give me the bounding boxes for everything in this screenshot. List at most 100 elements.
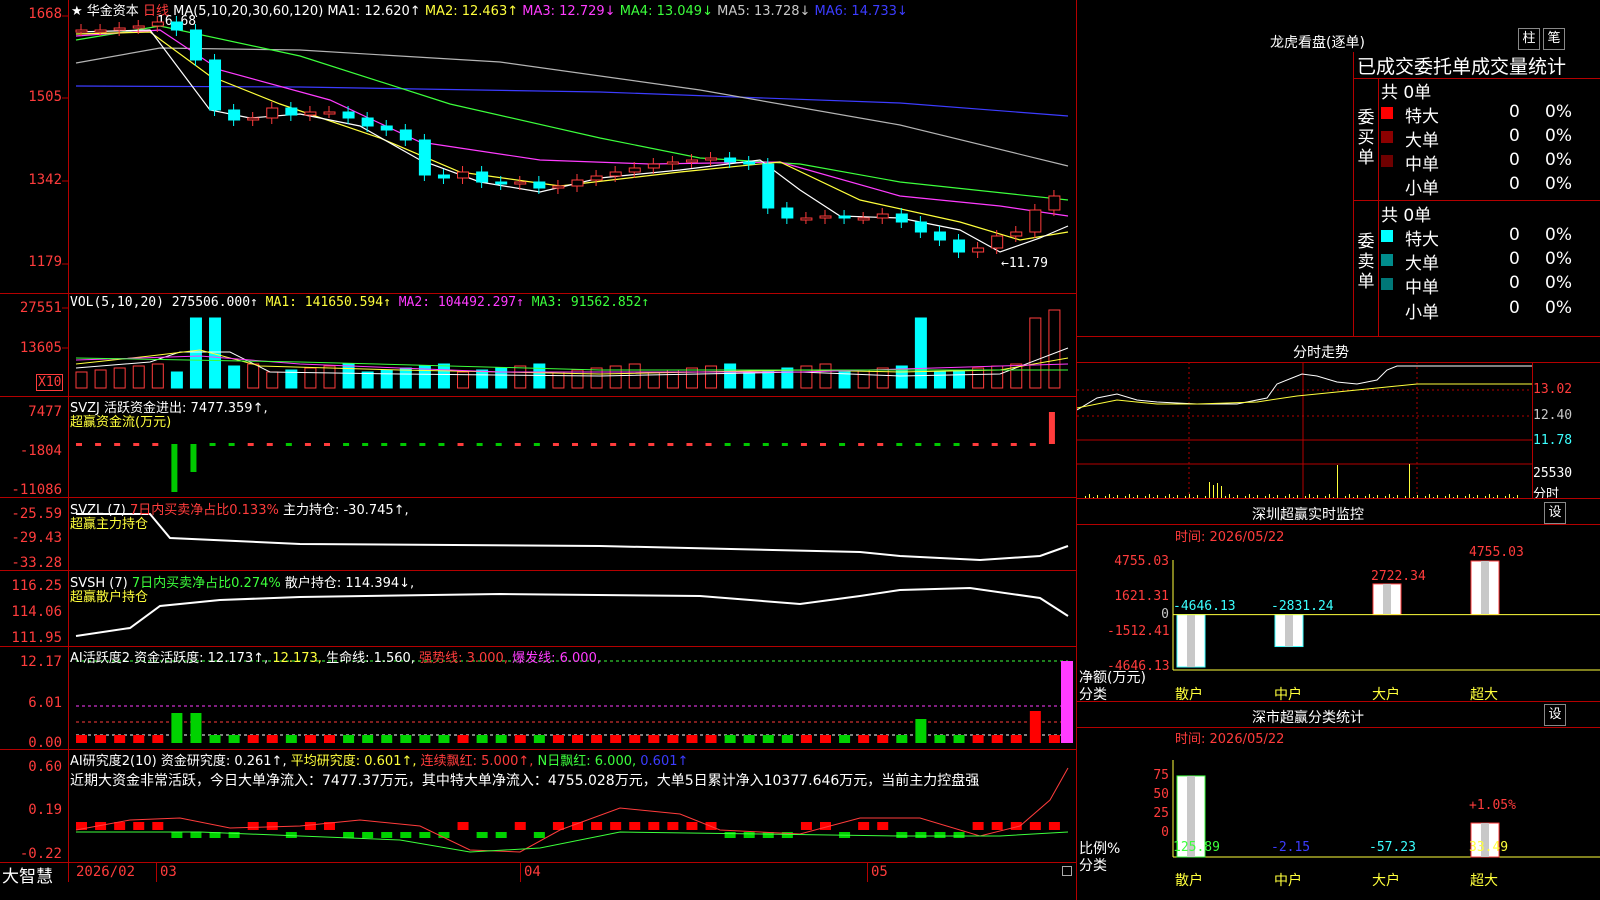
sell-row-pct: 0% — [1545, 298, 1572, 318]
volume-bar — [724, 363, 737, 389]
svzj-bar — [362, 443, 369, 446]
svzj-bar — [915, 443, 922, 446]
volume-bar — [132, 365, 145, 389]
legend-swatch-icon — [1381, 278, 1393, 290]
ai-active-bar — [705, 735, 717, 743]
buy-row-count: 0 — [1509, 174, 1520, 194]
ai-research-bar — [343, 832, 355, 838]
ai-research-bar — [915, 832, 927, 838]
candle — [266, 107, 279, 119]
vol-ma1: MA1: 141650.594↑ — [265, 295, 391, 310]
intraday-chart[interactable] — [1077, 362, 1600, 502]
candle — [895, 213, 908, 223]
sz-class-xlabel: 分类 — [1079, 858, 1107, 874]
volume-bar — [75, 371, 88, 389]
svzj-bar — [1029, 443, 1036, 446]
svzj-bar — [572, 443, 578, 446]
ai-research-bar — [133, 822, 145, 830]
svzj-bar — [419, 443, 426, 446]
candle — [361, 117, 374, 127]
candle — [724, 157, 737, 163]
ai-active-bar — [476, 735, 488, 743]
candle — [1010, 231, 1023, 237]
volume-bar — [991, 365, 1004, 389]
brand-logo[interactable]: 大智慧 — [2, 862, 53, 887]
ma6-line — [75, 85, 1069, 117]
svsh-tick: 111.95 — [11, 630, 62, 646]
ai-research-tick: -0.22 — [19, 846, 62, 862]
volume-bar — [151, 363, 164, 389]
ai-research-bar — [171, 832, 183, 838]
ai-active-bar — [343, 735, 355, 743]
svzj-tick: 7477 — [28, 404, 62, 420]
svzl-desc1: 7日内买卖净占比0.133% — [129, 503, 279, 518]
ai-research-bar — [304, 822, 316, 830]
ai-active-bar — [552, 735, 564, 743]
ai-research-bar — [1029, 822, 1041, 830]
sz-class-cat: 中户 — [1274, 873, 1302, 889]
candle — [819, 215, 832, 219]
volume-bar — [1029, 317, 1042, 389]
ai-active-bar — [629, 735, 641, 743]
ai-research-bar — [934, 832, 946, 838]
ai-research-bar — [362, 832, 374, 838]
main-chart-area[interactable]: ★ 华金资本 日线 MA(5,10,20,30,60,120) MA1: 12.… — [0, 0, 1077, 900]
tick-mode-button[interactable]: 笔 — [1543, 28, 1565, 50]
candle — [476, 171, 489, 183]
ai-active-tick: 6.01 — [28, 695, 62, 711]
svzl-tick: -25.59 — [11, 506, 62, 522]
ai-active-bar — [858, 735, 870, 743]
sz-class-value-label: 33.49 — [1469, 840, 1509, 855]
ai-active-bar — [1048, 735, 1060, 743]
sell-row-label: 特大 — [1405, 230, 1439, 250]
volume-bar — [495, 367, 508, 389]
svzj-subtitle: 超赢资金流(万元) — [70, 415, 172, 430]
buy-row-label: 特大 — [1405, 107, 1439, 127]
svzj-bar — [343, 443, 350, 446]
svzj-bar — [953, 443, 960, 446]
candle — [437, 174, 450, 179]
ai-active-bar — [1029, 711, 1041, 743]
sz-class-cat: 散户 — [1175, 873, 1203, 889]
ai-active-bar — [800, 735, 812, 743]
candle — [457, 171, 470, 179]
ai-active-bar — [209, 735, 221, 743]
volume-bar — [189, 317, 202, 389]
svzj-bar — [1010, 443, 1017, 446]
intraday-volume-bar — [1209, 482, 1210, 498]
svzj-bar — [247, 443, 254, 446]
volume-bar — [533, 363, 546, 389]
ai-research-d3: 连续飘红: 5.000↑, — [420, 754, 534, 769]
candle — [972, 247, 985, 253]
candle — [800, 217, 813, 221]
ai-active-bar — [762, 735, 774, 743]
bar-mode-button[interactable]: 柱 — [1518, 28, 1540, 50]
vol-tick: 27551 — [19, 300, 62, 316]
volume-bar — [685, 367, 698, 389]
volume-bar — [705, 365, 718, 389]
ai-research-bar — [266, 822, 278, 830]
ai-active-bar — [190, 713, 202, 743]
svzj-bar — [533, 443, 540, 446]
candle — [705, 157, 718, 161]
candle — [75, 29, 88, 33]
sz-class-tick: 75 — [1153, 768, 1169, 783]
vol-unit: X10 — [36, 374, 64, 391]
candle — [533, 181, 546, 189]
candle — [857, 217, 870, 221]
volume-bar — [876, 367, 889, 389]
svzj-bar — [648, 443, 655, 446]
volume-bar — [514, 365, 527, 389]
svzj-bar — [820, 443, 826, 446]
sz-class-settings-button[interactable]: 设 — [1544, 704, 1566, 726]
sell-row-label: 小单 — [1405, 303, 1439, 323]
lock-icon[interactable] — [1062, 866, 1072, 876]
volume-bar — [437, 363, 450, 389]
ai-research-header: AI研究度2(10) 资金研究度: 0.261↑, 平均研究度: 0.601↑,… — [70, 750, 688, 769]
sz-monitor-settings-button[interactable]: 设 — [1544, 502, 1566, 524]
ai-research-d4: N日飘红: 6.000, — [537, 754, 637, 769]
ai-active-tick: 12.17 — [19, 654, 62, 670]
ai-active-bar — [304, 735, 316, 743]
buy-total: 共 0单 — [1381, 83, 1432, 103]
legend-swatch-icon — [1381, 107, 1393, 119]
